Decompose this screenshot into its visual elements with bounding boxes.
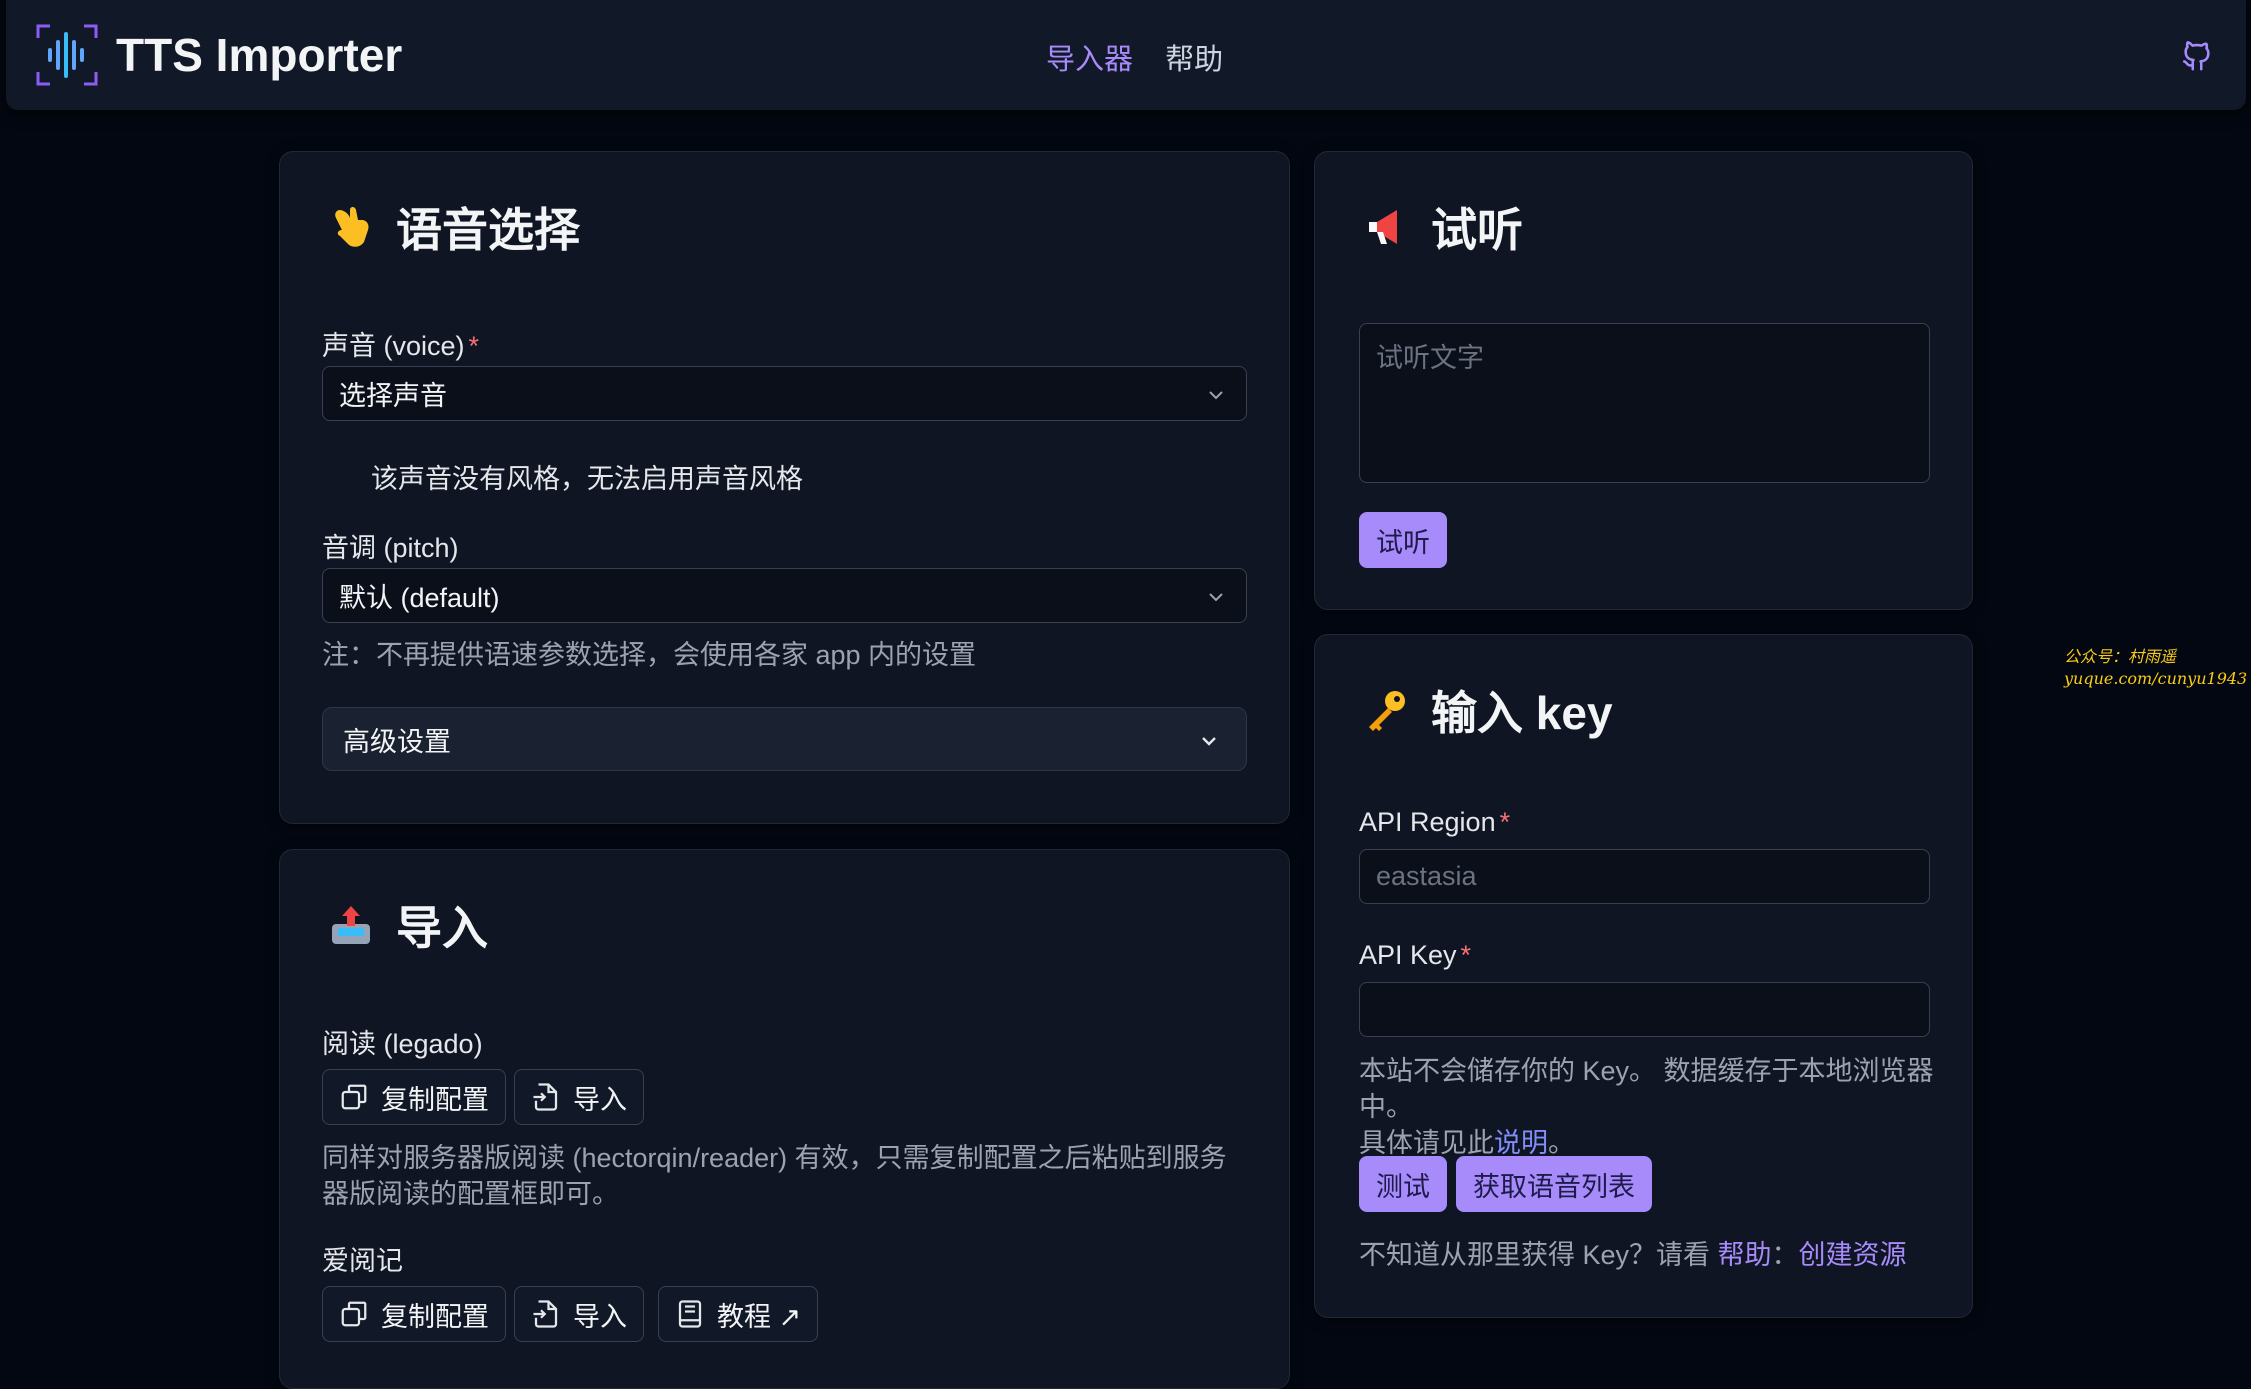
aiyueji-tutorial-button[interactable]: 教程 ↗ [658,1286,819,1342]
chevron-down-icon [1202,737,1216,746]
api-region-placeholder: eastasia [1376,861,1477,891]
copy-icon [341,1301,367,1327]
voice-select[interactable]: 选择声音 [322,366,1247,421]
key-card-title: 输入 key [1363,677,1613,743]
preview-card: 试听 试听文字 试听 [1314,151,1973,610]
help-link[interactable]: 帮助 [1718,1240,1772,1270]
fetch-voice-list-button[interactable]: 获取语音列表 [1456,1156,1652,1212]
pitch-select-value: 默认 (default) [339,583,500,613]
copy-icon [341,1084,367,1110]
book-icon [678,1300,702,1328]
watermark: 公众号：村雨遥 yuque.com/cunyu1943 [2064,647,2248,688]
voice-selection-card: 语音选择 声音 (voice) * 选择声音 该声音没有风格，无法启用声音风格 音… [279,151,1290,824]
pointing-down-icon [335,207,369,247]
legado-label: 阅读 (legado) [322,1029,483,1059]
privacy-note: 本站不会储存你的 Key。 数据缓存于本地浏览器中。 具体请见此说明。 [1359,1056,1934,1158]
app-title[interactable]: TTS Importer [116,28,402,82]
legado-copy-config-button[interactable]: 复制配置 [322,1069,506,1125]
api-key-input[interactable] [1359,982,1930,1037]
chevron-down-icon [1209,593,1223,602]
file-import-icon [533,1083,558,1111]
voice-label: 声音 (voice) * [322,331,480,361]
aiyueji-label: 爱阅记 [322,1246,403,1276]
nav-help[interactable]: 帮助 [1165,44,1223,76]
advanced-settings-toggle[interactable]: 高级设置 [322,707,1247,771]
api-key-label: API Key * [1359,940,1472,970]
outbox-tray-icon [332,906,370,944]
pitch-select[interactable]: 默认 (default) [322,568,1247,623]
import-card: 导入 阅读 (legado) 复制配置 导入 同样对服务器版阅读 (hector… [279,849,1290,1389]
key-icon [1369,691,1405,731]
chevron-down-icon [1209,391,1223,400]
preview-button[interactable]: 试听 [1359,512,1447,568]
speed-note: 注：不再提供语速参数选择，会使用各家 app 内的设置 [322,640,977,670]
api-region-label: API Region * [1359,807,1511,837]
file-import-icon [533,1300,558,1328]
aiyueji-import-button[interactable]: 导入 [514,1286,644,1342]
aiyueji-copy-config-button[interactable]: 复制配置 [322,1286,506,1342]
github-icon[interactable] [2180,38,2214,72]
pitch-label: 音调 (pitch) [322,533,459,563]
create-resource-link[interactable]: 创建资源 [1799,1240,1907,1270]
main-nav: 导入器 帮助 [1046,36,1247,78]
legado-note: 同样对服务器版阅读 (hectorqin/reader) 有效，只需复制配置之后… [322,1143,1227,1209]
voice-card-title: 语音选择 [328,194,580,260]
voice-style-note: 该声音没有风格，无法启用声音风格 [371,464,803,494]
top-navbar: TTS Importer 导入器 帮助 [6,0,2246,110]
preview-card-title: 试听 [1363,194,1523,260]
api-key-card: 输入 key API Region * eastasia API Key * 本站不… [1314,634,1973,1318]
preview-text-placeholder: 试听文字 [1376,343,1484,373]
sound-wave-logo-icon[interactable] [36,24,98,86]
legado-import-button[interactable]: 导入 [514,1069,644,1125]
api-region-input[interactable]: eastasia [1359,849,1930,904]
preview-text-area[interactable]: 试听文字 [1359,323,1930,483]
nav-importer[interactable]: 导入器 [1046,44,1133,76]
test-button[interactable]: 测试 [1359,1156,1447,1212]
privacy-explanation-link[interactable]: 说明 [1494,1128,1548,1158]
advanced-settings-label: 高级设置 [343,726,451,757]
loudspeaker-icon [1369,210,1397,244]
import-card-title: 导入 [328,892,488,958]
voice-select-value: 选择声音 [339,381,447,411]
help-line: 不知道从那里获得 Key？请看 帮助：创建资源 [1359,1240,1907,1270]
